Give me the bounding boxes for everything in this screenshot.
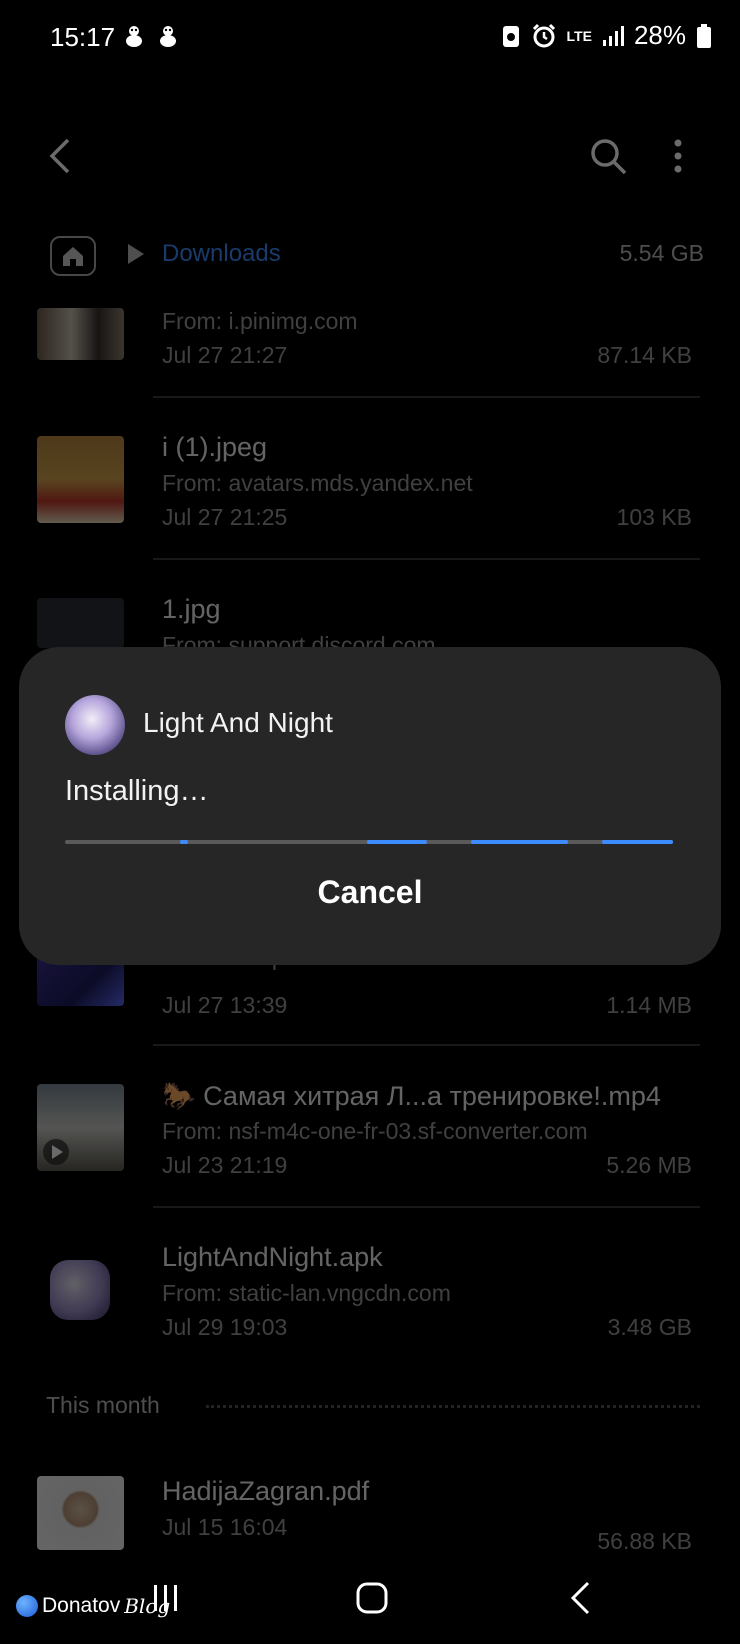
home-icon bbox=[63, 247, 83, 266]
install-status: Installing… bbox=[65, 775, 209, 807]
file-row[interactable]: LightAndNight.apk From: static-lan.vngcd… bbox=[0, 1230, 740, 1370]
app-name: Light And Night bbox=[143, 707, 333, 738]
file-thumbnail bbox=[37, 308, 124, 360]
file-size: 3.48 GB bbox=[607, 1314, 692, 1340]
watermark-logo-icon bbox=[16, 1595, 38, 1617]
notification-icon bbox=[160, 26, 176, 47]
file-name: LightAndNight.apk bbox=[162, 1242, 383, 1272]
file-thumbnail bbox=[37, 1476, 124, 1550]
breadcrumb-arrow-icon bbox=[128, 244, 144, 264]
battery-saver-icon bbox=[502, 25, 519, 47]
file-date: Jul 29 19:03 bbox=[162, 1314, 288, 1340]
breadcrumb-folder[interactable]: Downloads bbox=[162, 240, 281, 268]
breadcrumb: Downloads 5.54 GB bbox=[0, 228, 740, 284]
video-play-icon bbox=[43, 1139, 69, 1165]
file-row[interactable]: 1.jpg From: support.discord.com bbox=[0, 582, 740, 658]
file-size: 103 KB bbox=[616, 504, 692, 530]
alarm-icon bbox=[532, 23, 555, 47]
file-row[interactable]: HadijaZagran.pdf Jul 15 16:04 56.88 KB bbox=[0, 1476, 740, 1550]
file-row[interactable]: From: i.pinimg.com Jul 27 21:27 87.14 KB bbox=[0, 296, 740, 400]
chevron-left-icon bbox=[49, 138, 70, 174]
file-row[interactable]: 🐎 Самая хитрая Л...а тренировке!.mp4 Fro… bbox=[0, 1068, 740, 1208]
home-nav-icon bbox=[356, 1582, 388, 1614]
divider bbox=[153, 1206, 700, 1208]
status-time: 15:17 bbox=[50, 22, 116, 52]
file-source: From: avatars.mds.yandex.net bbox=[162, 470, 473, 496]
cancel-button[interactable]: Cancel bbox=[19, 874, 721, 911]
signal-icon bbox=[602, 25, 624, 46]
battery-percent: 28% bbox=[633, 20, 686, 50]
more-vertical-icon bbox=[674, 139, 682, 173]
home-nav-button[interactable] bbox=[342, 1568, 402, 1628]
divider bbox=[153, 396, 700, 398]
progress-segment bbox=[602, 840, 673, 844]
back-button[interactable] bbox=[30, 126, 90, 186]
home-button[interactable] bbox=[50, 236, 96, 276]
watermark-name: Donatov bbox=[42, 1594, 121, 1617]
watermark: Donatov Blog bbox=[16, 1594, 170, 1618]
progress-segment bbox=[367, 840, 427, 844]
file-date: Jul 23 21:19 bbox=[162, 1152, 288, 1178]
file-date: Jul 27 13:39 bbox=[162, 992, 288, 1018]
file-size: 87.14 KB bbox=[597, 342, 692, 368]
file-name: HadijaZagran.pdf bbox=[162, 1476, 370, 1506]
file-size: 5.26 MB bbox=[606, 1152, 692, 1178]
divider bbox=[153, 558, 700, 560]
file-row[interactable]: i (1).jpeg From: avatars.mds.yandex.net … bbox=[0, 420, 740, 560]
storage-size: 5.54 GB bbox=[619, 240, 704, 266]
divider bbox=[153, 1044, 700, 1046]
more-options-button[interactable] bbox=[648, 126, 708, 186]
back-nav-button[interactable] bbox=[550, 1568, 610, 1628]
file-date: Jul 27 21:25 bbox=[162, 504, 288, 530]
file-date: Jul 15 16:04 bbox=[162, 1514, 288, 1540]
file-size: 1.14 MB bbox=[606, 992, 692, 1018]
file-date: Jul 27 21:27 bbox=[162, 342, 288, 368]
file-name: i (1).jpeg bbox=[162, 432, 268, 462]
file-row[interactable]: From: cdn.prod.website-files.com Jul 27 … bbox=[0, 944, 740, 1044]
apk-app-icon bbox=[50, 1260, 110, 1320]
app-bar bbox=[0, 120, 740, 200]
file-source: From: i.pinimg.com bbox=[162, 308, 358, 334]
progress-segment bbox=[180, 840, 188, 844]
search-button[interactable] bbox=[578, 126, 638, 186]
file-size: 56.88 KB bbox=[597, 1528, 692, 1550]
status-bar: 15:17 LTE 28% bbox=[0, 0, 740, 80]
file-source: From: static-lan.vngcdn.com bbox=[162, 1280, 451, 1306]
section-divider bbox=[206, 1405, 700, 1408]
watermark-suffix: Blog bbox=[124, 1594, 171, 1618]
file-thumbnail bbox=[37, 598, 124, 648]
file-name: 🐎 Самая хитрая Л...а тренировке!.mp4 bbox=[162, 1081, 661, 1111]
install-dialog: Light And Night Installing… Cancel bbox=[19, 647, 721, 965]
progress-segment bbox=[471, 840, 568, 844]
file-name: 1.jpg bbox=[162, 594, 221, 624]
section-header: This month bbox=[46, 1392, 160, 1418]
battery-icon bbox=[697, 23, 711, 48]
search-icon bbox=[591, 139, 627, 175]
notification-icon bbox=[126, 26, 142, 47]
app-icon bbox=[65, 695, 125, 755]
file-thumbnail bbox=[37, 436, 124, 523]
back-nav-icon bbox=[570, 1581, 590, 1615]
file-source: From: nsf-m4c-one-fr-03.sf-converter.com bbox=[162, 1118, 588, 1144]
install-progress-bar bbox=[65, 840, 673, 844]
network-type: LTE bbox=[566, 27, 592, 44]
file-thumbnail bbox=[37, 1084, 124, 1171]
